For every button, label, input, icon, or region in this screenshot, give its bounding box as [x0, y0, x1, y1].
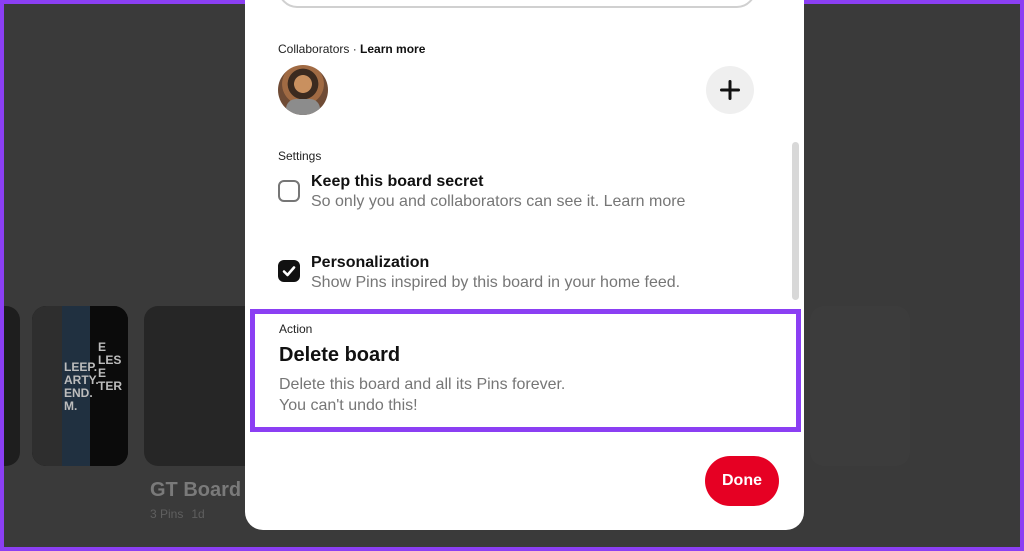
board-thumbnail — [810, 306, 910, 466]
secret-title: Keep this board secret — [311, 173, 484, 190]
delete-board-title[interactable]: Delete board — [279, 344, 400, 367]
board-meta: 3 Pins 1d — [150, 507, 205, 521]
board-pin-count: 3 Pins — [150, 507, 184, 521]
personalization-title: Personalization — [311, 254, 430, 271]
secret-checkbox[interactable] — [278, 180, 300, 202]
action-label: Action — [279, 322, 313, 336]
collaborators-label: Collaborators · Learn more — [278, 42, 426, 56]
scrollbar[interactable] — [792, 142, 799, 300]
checkmark-icon — [282, 266, 296, 277]
done-button[interactable]: Done — [705, 456, 779, 506]
settings-label: Settings — [278, 149, 322, 163]
learn-more-link[interactable]: Learn more — [360, 42, 425, 56]
poster-text: E LES E TER — [98, 340, 122, 393]
avatar[interactable] — [278, 65, 328, 115]
secret-description: So only you and collaborators can see it… — [311, 193, 686, 210]
board-age: 1d — [191, 507, 205, 521]
board-thumbnail: LEEP. ARTY. END. M. E LES E TER — [32, 306, 128, 466]
description-input[interactable] — [278, 0, 756, 8]
personalization-description: Show Pins inspired by this board in your… — [311, 274, 681, 291]
poster-text: LEEP. ARTY. END. M. — [64, 360, 99, 413]
board-title: GT Board — [150, 479, 242, 501]
delete-board-section[interactable]: Action Delete board Delete this board an… — [250, 309, 801, 432]
edit-board-modal: Collaborators · Learn more Settings Keep… — [245, 0, 804, 530]
plus-icon — [720, 80, 740, 100]
board-thumbnail — [4, 306, 20, 466]
personalization-checkbox[interactable] — [278, 260, 300, 282]
add-collaborator-button[interactable] — [706, 66, 754, 114]
delete-board-description: Delete this board and all its Pins forev… — [279, 376, 566, 414]
